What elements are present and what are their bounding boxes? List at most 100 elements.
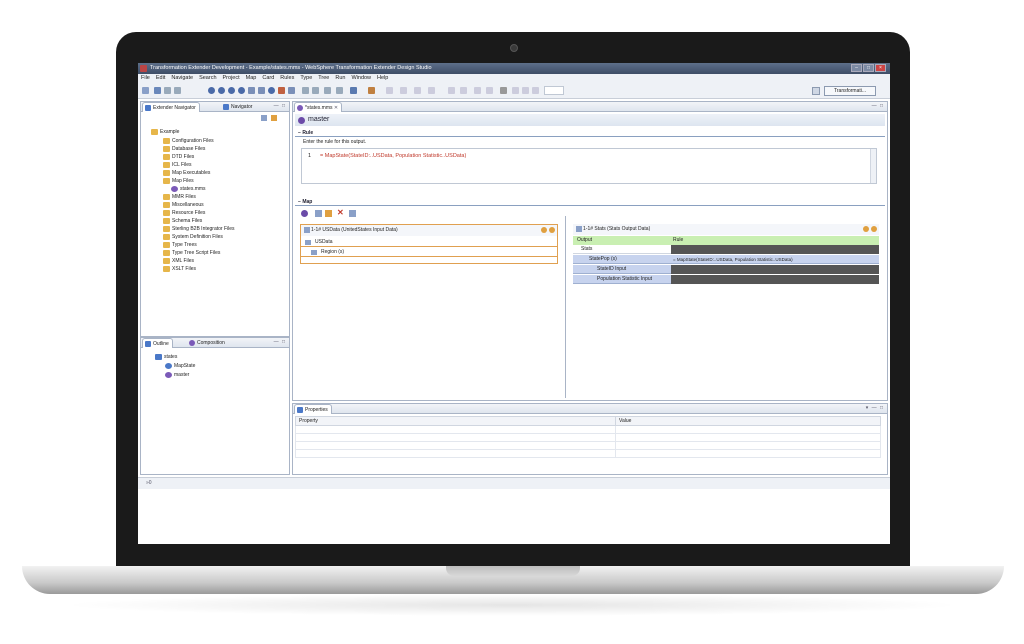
output-card-icon[interactable]	[312, 87, 319, 94]
menu-tree[interactable]: Tree	[318, 74, 329, 83]
link-editor-icon[interactable]	[271, 115, 277, 121]
menu-run[interactable]: Run	[335, 74, 345, 83]
menu-window[interactable]: Window	[351, 74, 371, 83]
undo-icon[interactable]	[448, 87, 455, 94]
menu-type[interactable]: Type	[300, 74, 312, 83]
outline-root-states[interactable]: states	[155, 353, 177, 361]
delete-icon[interactable]: ✕	[337, 208, 344, 217]
prev-annotation-icon[interactable]	[400, 87, 407, 94]
tab-extender-navigator[interactable]: Extender Navigator	[142, 102, 200, 112]
compare-icon[interactable]	[248, 87, 255, 94]
trace-icon[interactable]	[258, 87, 265, 94]
run-icon[interactable]	[228, 87, 235, 94]
tree-item[interactable]: Resource Files	[163, 209, 205, 217]
next-annotation-icon[interactable]	[386, 87, 393, 94]
menu-project[interactable]: Project	[223, 74, 240, 83]
tree-item-states-mms[interactable]: states.mms	[171, 185, 206, 193]
profile-icon[interactable]	[278, 87, 285, 94]
minimize-icon[interactable]: –	[851, 64, 862, 72]
rule-cell[interactable]	[671, 245, 879, 254]
outline-item-mapstate[interactable]: MapState	[165, 362, 195, 370]
input-row-usdata[interactable]: USData	[301, 238, 557, 247]
cards-icon[interactable]	[288, 87, 295, 94]
card-up-icon[interactable]	[541, 227, 547, 233]
rule-cell[interactable]	[671, 275, 879, 284]
outline-item-master[interactable]: master	[165, 371, 189, 379]
close-icon[interactable]: ×	[875, 64, 886, 72]
tab-states-mms[interactable]: *states.mms ✕	[294, 102, 343, 112]
panel-minmax-icon[interactable]: — □	[872, 103, 884, 109]
rule-cell[interactable]: = MapState(StateID:..USData, Population …	[673, 255, 793, 264]
build-all-icon[interactable]	[218, 87, 225, 94]
input-card[interactable]: 1-1# USData (UnitedStates Input Data) US…	[300, 224, 558, 264]
wand-icon[interactable]	[325, 210, 332, 217]
tab-outline[interactable]: Outline	[142, 338, 173, 348]
zoom-in-icon[interactable]	[522, 87, 529, 94]
menu-card[interactable]: Card	[262, 74, 274, 83]
zoom-combo[interactable]	[544, 86, 564, 95]
cut-icon[interactable]	[474, 87, 481, 94]
save-all-icon[interactable]	[164, 87, 171, 94]
menu-map[interactable]: Map	[246, 74, 257, 83]
output-row-population[interactable]: Population Statistic Input	[573, 275, 879, 284]
tree-item[interactable]: Map Executables	[163, 169, 210, 177]
input-row-region[interactable]: Region (s)	[301, 248, 557, 257]
menu-navigate[interactable]: Navigate	[171, 74, 193, 83]
link-icon[interactable]	[315, 210, 322, 217]
card-down-icon[interactable]	[549, 227, 555, 233]
rule-cell[interactable]	[671, 265, 879, 274]
output-card[interactable]: 1-1# Stats (Stats Output Data) Output Ru…	[573, 224, 879, 300]
debug-icon[interactable]	[268, 87, 275, 94]
new-icon[interactable]	[142, 87, 149, 94]
functional-map-wizard-icon[interactable]	[301, 210, 308, 217]
redo-icon[interactable]	[460, 87, 467, 94]
tree-item[interactable]: Schema Files	[163, 217, 202, 225]
tree-item[interactable]: DTD Files	[163, 153, 194, 161]
tab-navigator[interactable]: Navigator	[221, 102, 255, 112]
tree-item[interactable]: Map Files	[163, 177, 194, 185]
info-icon[interactable]	[349, 210, 356, 217]
output-row-statepop[interactable]: StatePop (s) = MapState(StateID:..USData…	[573, 255, 879, 264]
tree-item[interactable]: XSLT Files	[163, 265, 196, 273]
map-section-title[interactable]: − Map	[295, 198, 885, 206]
collapse-all-icon[interactable]	[261, 115, 267, 121]
forward-icon[interactable]	[428, 87, 435, 94]
tree-item[interactable]: Sterling B2B Integrator Files	[163, 225, 235, 233]
find-icon[interactable]	[512, 87, 519, 94]
tree-item[interactable]: ICL Files	[163, 161, 192, 169]
card-up-icon[interactable]	[863, 226, 869, 232]
open-perspective-icon[interactable]	[812, 87, 820, 95]
copy-icon[interactable]	[486, 87, 493, 94]
panel-minmax-icon[interactable]: — □	[274, 339, 286, 345]
save-icon[interactable]	[154, 87, 161, 94]
delete-icon[interactable]	[500, 87, 507, 94]
menu-help[interactable]: Help	[377, 74, 388, 83]
input-card-icon[interactable]	[302, 87, 309, 94]
map-splitter[interactable]	[565, 216, 566, 398]
menu-edit[interactable]: Edit	[156, 74, 165, 83]
tab-properties[interactable]: Properties	[294, 404, 332, 414]
tree-item[interactable]: Database Files	[163, 145, 205, 153]
functional-map-icon[interactable]	[324, 87, 331, 94]
output-row-stats[interactable]: Stats	[573, 245, 879, 254]
menu-file[interactable]: File	[141, 74, 150, 83]
rule-scrollbar[interactable]	[870, 149, 876, 183]
zoom-out-icon[interactable]	[532, 87, 539, 94]
tree-item[interactable]: Type Trees	[163, 241, 197, 249]
wand-icon[interactable]	[368, 87, 375, 94]
run-all-icon[interactable]	[238, 87, 245, 94]
tree-item[interactable]: Miscellaneous	[163, 201, 204, 209]
print-icon[interactable]	[174, 87, 181, 94]
panel-minmax-icon[interactable]: ▾ — □	[866, 405, 884, 411]
tree-item[interactable]: MMR Files	[163, 193, 196, 201]
perspective-button[interactable]: Transformati...	[824, 86, 876, 96]
tree-item[interactable]: XML Files	[163, 257, 194, 265]
build-icon[interactable]	[208, 87, 215, 94]
menu-search[interactable]: Search	[199, 74, 216, 83]
search-icon[interactable]	[350, 87, 357, 94]
rule-section-title[interactable]: − Rule	[295, 129, 885, 137]
rule-editor[interactable]: 1 = MapState(StateID:..USData, Populatio…	[301, 148, 877, 184]
menu-rules[interactable]: Rules	[280, 74, 294, 83]
tree-item[interactable]: Configuration Files	[163, 137, 214, 145]
card-down-icon[interactable]	[871, 226, 877, 232]
